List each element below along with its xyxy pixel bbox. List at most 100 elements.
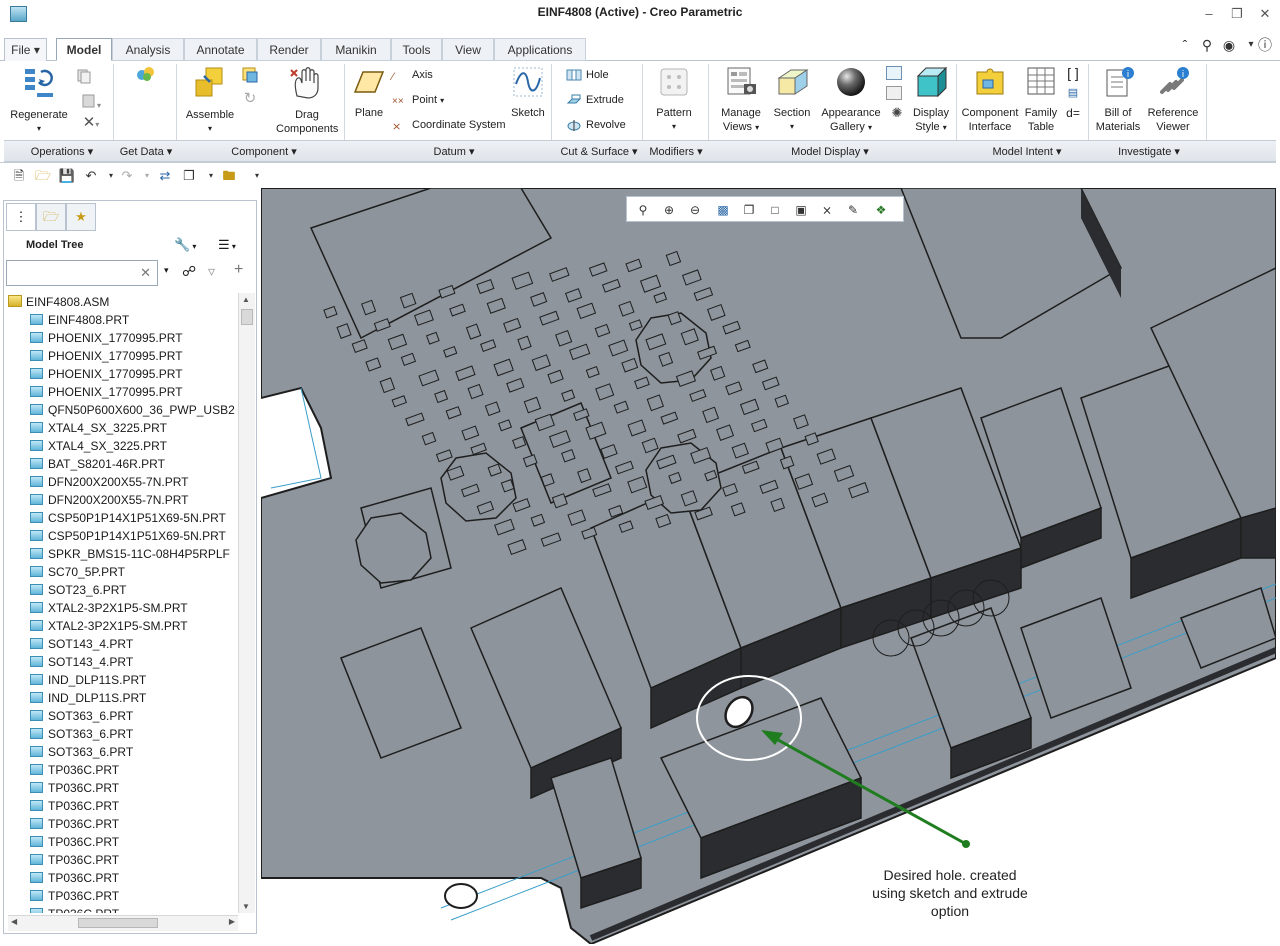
- hole-button[interactable]: Hole: [566, 66, 609, 84]
- tree-show-icon[interactable]: ☰ ▾: [218, 237, 236, 253]
- tree-settings-icon[interactable]: 🔧 ▾: [174, 237, 196, 253]
- tree-item[interactable]: XTAL2-3P2X1P5-SM.PRT: [8, 599, 236, 617]
- tab-analysis[interactable]: Analysis: [112, 38, 184, 61]
- delete-icon[interactable]: ✕▾: [74, 115, 108, 132]
- regenerate-small-icon[interactable]: ⇄: [156, 167, 174, 185]
- manage-views-button[interactable]: Manage Views ▾: [714, 66, 768, 135]
- tree-root[interactable]: EINF4808.ASM: [8, 293, 236, 311]
- assemble-button[interactable]: Assemble ▾: [180, 66, 240, 136]
- clear-search-icon[interactable]: ✕: [140, 265, 151, 281]
- user-defined-feature-icon[interactable]: [134, 66, 158, 86]
- undo-icon[interactable]: ↶: [82, 167, 100, 185]
- close-icon[interactable]: ✕: [1254, 5, 1276, 23]
- tree-item[interactable]: IND_DLP11S.PRT: [8, 671, 236, 689]
- group-model-display[interactable]: Model Display ▾: [774, 145, 886, 158]
- tree-item[interactable]: PHOENIX_1770995.PRT: [8, 347, 236, 365]
- windows-icon[interactable]: ❐: [180, 167, 198, 185]
- group-component[interactable]: Component ▾: [218, 145, 310, 158]
- tree-item[interactable]: IND_DLP11S.PRT: [8, 689, 236, 707]
- group-cut-surface[interactable]: Cut & Surface ▾: [554, 145, 644, 158]
- appearance-gallery-button[interactable]: Appearance Gallery ▾: [818, 66, 884, 135]
- relations-icons[interactable]: [ ] ▤ d=: [1064, 66, 1082, 120]
- extrude-button[interactable]: Extrude: [566, 91, 624, 109]
- tree-item[interactable]: DFN200X200X55-7N.PRT: [8, 491, 236, 509]
- group-investigate[interactable]: Investigate ▾: [1104, 145, 1194, 158]
- spin-center-icon[interactable]: ❖: [871, 200, 891, 220]
- scroll-left-icon[interactable]: ◀: [11, 917, 17, 926]
- tab-applications[interactable]: Applications: [494, 38, 586, 61]
- pattern-button[interactable]: Pattern ▾: [652, 66, 696, 134]
- drag-components-button[interactable]: Drag Components: [276, 66, 338, 136]
- plane-button[interactable]: Plane: [350, 66, 388, 120]
- repaint-icon[interactable]: ▩: [713, 200, 733, 220]
- new-file-icon[interactable]: 🗎: [10, 167, 28, 185]
- tree-item[interactable]: TP036C.PRT: [8, 815, 236, 833]
- pcb-board-model[interactable]: [261, 188, 1276, 944]
- refresh-icon[interactable]: ↻: [240, 91, 260, 106]
- find-binoculars-icon[interactable]: ☍: [182, 263, 196, 280]
- model-tree-tab-icon[interactable]: ⋮: [6, 203, 36, 231]
- minimize-icon[interactable]: –: [1198, 5, 1220, 23]
- help-icon[interactable]: ⓘ: [1256, 36, 1274, 54]
- tree-item[interactable]: PHOENIX_1770995.PRT: [8, 365, 236, 383]
- group-get-data[interactable]: Get Data ▾: [116, 145, 176, 158]
- tab-view[interactable]: View: [442, 38, 494, 61]
- tree-item[interactable]: XTAL2-3P2X1P5-SM.PRT: [8, 617, 236, 635]
- restore-icon[interactable]: ❐: [1226, 5, 1248, 23]
- package-icon[interactable]: [240, 66, 260, 88]
- search-icon[interactable]: ⚲: [1198, 36, 1216, 54]
- customize-toolbar-icon[interactable]: ▾: [248, 167, 266, 185]
- tab-manikin[interactable]: Manikin: [321, 38, 391, 61]
- display-style-button[interactable]: Display Style ▾: [908, 66, 954, 135]
- revolve-button[interactable]: Revolve: [566, 116, 626, 134]
- coordinate-system-button[interactable]: ⨯ Coordinate System: [392, 116, 506, 134]
- group-model-intent[interactable]: Model Intent ▾: [972, 145, 1082, 158]
- tree-vertical-scrollbar[interactable]: ▲ ▼: [238, 293, 255, 913]
- model-tree-search-input[interactable]: ✕: [6, 260, 158, 286]
- favorites-tab-icon[interactable]: ★: [66, 203, 96, 231]
- tree-item[interactable]: QFN50P600X600_36_PWP_USB2: [8, 401, 236, 419]
- graphics-viewport[interactable]: [261, 188, 1276, 944]
- filter-icon[interactable]: ▿: [208, 263, 215, 280]
- display-style-small-icon[interactable]: ❐: [739, 200, 759, 220]
- annotation-display-icon[interactable]: ✎: [843, 200, 863, 220]
- tree-item[interactable]: SOT363_6.PRT: [8, 707, 236, 725]
- tree-item[interactable]: PHOENIX_1770995.PRT: [8, 383, 236, 401]
- tree-item[interactable]: PHOENIX_1770995.PRT: [8, 329, 236, 347]
- tree-item[interactable]: SOT23_6.PRT: [8, 581, 236, 599]
- scroll-thumb[interactable]: [241, 309, 253, 325]
- scroll-down-icon[interactable]: ▼: [242, 902, 250, 911]
- paste-icon[interactable]: ▾: [74, 92, 108, 113]
- tree-item[interactable]: TP036C.PRT: [8, 887, 236, 905]
- tree-item[interactable]: TP036C.PRT: [8, 869, 236, 887]
- regenerate-button[interactable]: Regenerate ▾: [8, 66, 70, 136]
- tree-item[interactable]: XTAL4_SX_3225.PRT: [8, 437, 236, 455]
- zoom-in-icon[interactable]: ⊕: [659, 200, 679, 220]
- tree-item[interactable]: SPKR_BMS15-11C-08H4P5RPLF: [8, 545, 236, 563]
- community-icon[interactable]: ◉: [1220, 36, 1238, 54]
- component-interface-button[interactable]: Component Interface: [960, 66, 1020, 134]
- redo-dropdown-icon[interactable]: ▾: [138, 167, 156, 185]
- redo-icon[interactable]: ↷: [118, 167, 136, 185]
- tree-item[interactable]: TP036C.PRT: [8, 779, 236, 797]
- tree-item[interactable]: TP036C.PRT: [8, 905, 236, 913]
- tree-item[interactable]: DFN200X200X55-7N.PRT: [8, 473, 236, 491]
- section-button[interactable]: Section ▾: [770, 66, 814, 134]
- copy-icon[interactable]: [74, 68, 94, 88]
- save-icon[interactable]: 💾: [58, 167, 76, 185]
- close-window-icon[interactable]: 🖿: [220, 167, 238, 185]
- scroll-up-icon[interactable]: ▲: [242, 295, 250, 304]
- tree-item[interactable]: TP036C.PRT: [8, 833, 236, 851]
- tree-item[interactable]: SC70_5P.PRT: [8, 563, 236, 581]
- group-modifiers[interactable]: Modifiers ▾: [644, 145, 708, 158]
- tab-render[interactable]: Render: [257, 38, 321, 61]
- datum-display-filters-icon[interactable]: ⨯: [817, 200, 837, 220]
- open-folder-icon[interactable]: 🗁: [34, 167, 52, 185]
- tab-annotate[interactable]: Annotate: [184, 38, 257, 61]
- tree-item[interactable]: TP036C.PRT: [8, 797, 236, 815]
- group-datum[interactable]: Datum ▾: [416, 145, 492, 158]
- hscroll-thumb[interactable]: [78, 918, 158, 928]
- zoom-out-icon[interactable]: ⊖: [685, 200, 705, 220]
- tree-item[interactable]: SOT363_6.PRT: [8, 725, 236, 743]
- view-manager-icon[interactable]: ▣: [791, 200, 811, 220]
